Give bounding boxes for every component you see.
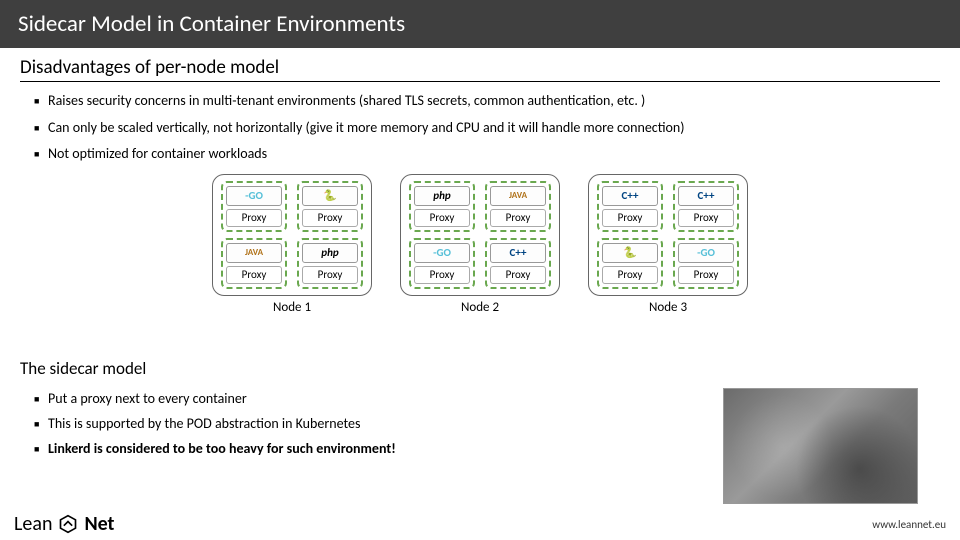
- lang-badge-go: -GO: [226, 186, 282, 206]
- bullet-list-1: Raises security concerns in multi-tenant…: [20, 88, 940, 168]
- pod: php Proxy: [409, 181, 475, 232]
- pod: JAVA Proxy: [485, 181, 551, 232]
- section-heading-1: Disadvantages of per-node model: [20, 56, 940, 82]
- proxy-label: Proxy: [490, 266, 546, 284]
- lang-badge-cpp: C++: [678, 186, 734, 206]
- proxy-label: Proxy: [678, 209, 734, 227]
- node: php Proxy JAVA Proxy -GO Proxy C++ Proxy Node 2: [400, 174, 560, 315]
- node-label: Node 1: [273, 300, 311, 315]
- architecture-diagram: -GO Proxy 🐍 Proxy JAVA Proxy php Proxy Node 1 php…: [0, 170, 960, 317]
- pod: php Proxy: [297, 238, 363, 289]
- proxy-label: Proxy: [226, 266, 282, 284]
- lang-badge-cpp: C++: [602, 186, 658, 206]
- pod: C++ Proxy: [673, 181, 739, 232]
- lang-badge-java: JAVA: [226, 243, 282, 263]
- lang-badge-py: 🐍: [602, 243, 658, 263]
- bullet-item: Linkerd is considered to be too heavy fo…: [34, 436, 700, 461]
- node-box: C++ Proxy C++ Proxy 🐍 Proxy -GO Proxy: [588, 174, 748, 296]
- lang-badge-py: 🐍: [302, 186, 358, 206]
- section-heading-2: The sidecar model: [20, 358, 146, 379]
- slide-title-bar: Sidecar Model in Container Environments: [0, 0, 960, 48]
- hexagon-icon: [58, 514, 78, 534]
- lang-badge-php: php: [302, 243, 358, 263]
- proxy-label: Proxy: [302, 266, 358, 284]
- pod: C++ Proxy: [597, 181, 663, 232]
- proxy-label: Proxy: [302, 209, 358, 227]
- slide-title: Sidecar Model in Container Environments: [18, 10, 405, 38]
- pod: JAVA Proxy: [221, 238, 287, 289]
- proxy-label: Proxy: [678, 266, 734, 284]
- lang-badge-java: JAVA: [490, 186, 546, 206]
- bullet-item: Raises security concerns in multi-tenant…: [34, 88, 940, 115]
- proxy-label: Proxy: [414, 209, 470, 227]
- pod: -GO Proxy: [409, 238, 475, 289]
- lang-badge-go: -GO: [414, 243, 470, 263]
- proxy-label: Proxy: [490, 209, 546, 227]
- pod: -GO Proxy: [673, 238, 739, 289]
- proxy-label: Proxy: [602, 209, 658, 227]
- node: -GO Proxy 🐍 Proxy JAVA Proxy php Proxy Node 1: [212, 174, 372, 315]
- node-box: -GO Proxy 🐍 Proxy JAVA Proxy php Proxy: [212, 174, 372, 296]
- pod: C++ Proxy: [485, 238, 551, 289]
- sidecar-photo: [723, 388, 918, 504]
- node: C++ Proxy C++ Proxy 🐍 Proxy -GO Proxy Node 3: [588, 174, 748, 315]
- proxy-label: Proxy: [226, 209, 282, 227]
- pod: 🐍 Proxy: [597, 238, 663, 289]
- section-sidecar: Put a proxy next to every container This…: [20, 386, 700, 462]
- lang-badge-cpp: C++: [490, 243, 546, 263]
- lang-badge-php: php: [414, 186, 470, 206]
- footer: Lean Net www.leannet.eu: [0, 512, 960, 536]
- brand-logo: Lean Net: [14, 512, 115, 536]
- proxy-label: Proxy: [414, 266, 470, 284]
- brand-text-bold: Net: [84, 512, 114, 536]
- pod: -GO Proxy: [221, 181, 287, 232]
- proxy-label: Proxy: [602, 266, 658, 284]
- brand-text-thin: Lean: [14, 512, 52, 536]
- bullet-item: This is supported by the POD abstraction…: [34, 411, 700, 436]
- node-box: php Proxy JAVA Proxy -GO Proxy C++ Proxy: [400, 174, 560, 296]
- section-disadvantages: Disadvantages of per-node model Raises s…: [0, 48, 960, 170]
- pod: 🐍 Proxy: [297, 181, 363, 232]
- bullet-list-2: Put a proxy next to every container This…: [20, 386, 700, 462]
- footer-url: www.leannet.eu: [872, 518, 946, 531]
- bullet-item: Not optimized for container workloads: [34, 141, 940, 168]
- lang-badge-go: -GO: [678, 243, 734, 263]
- bullet-item: Put a proxy next to every container: [34, 386, 700, 411]
- bullet-item: Can only be scaled vertically, not horiz…: [34, 115, 940, 142]
- node-label: Node 3: [649, 300, 687, 315]
- node-label: Node 2: [461, 300, 499, 315]
